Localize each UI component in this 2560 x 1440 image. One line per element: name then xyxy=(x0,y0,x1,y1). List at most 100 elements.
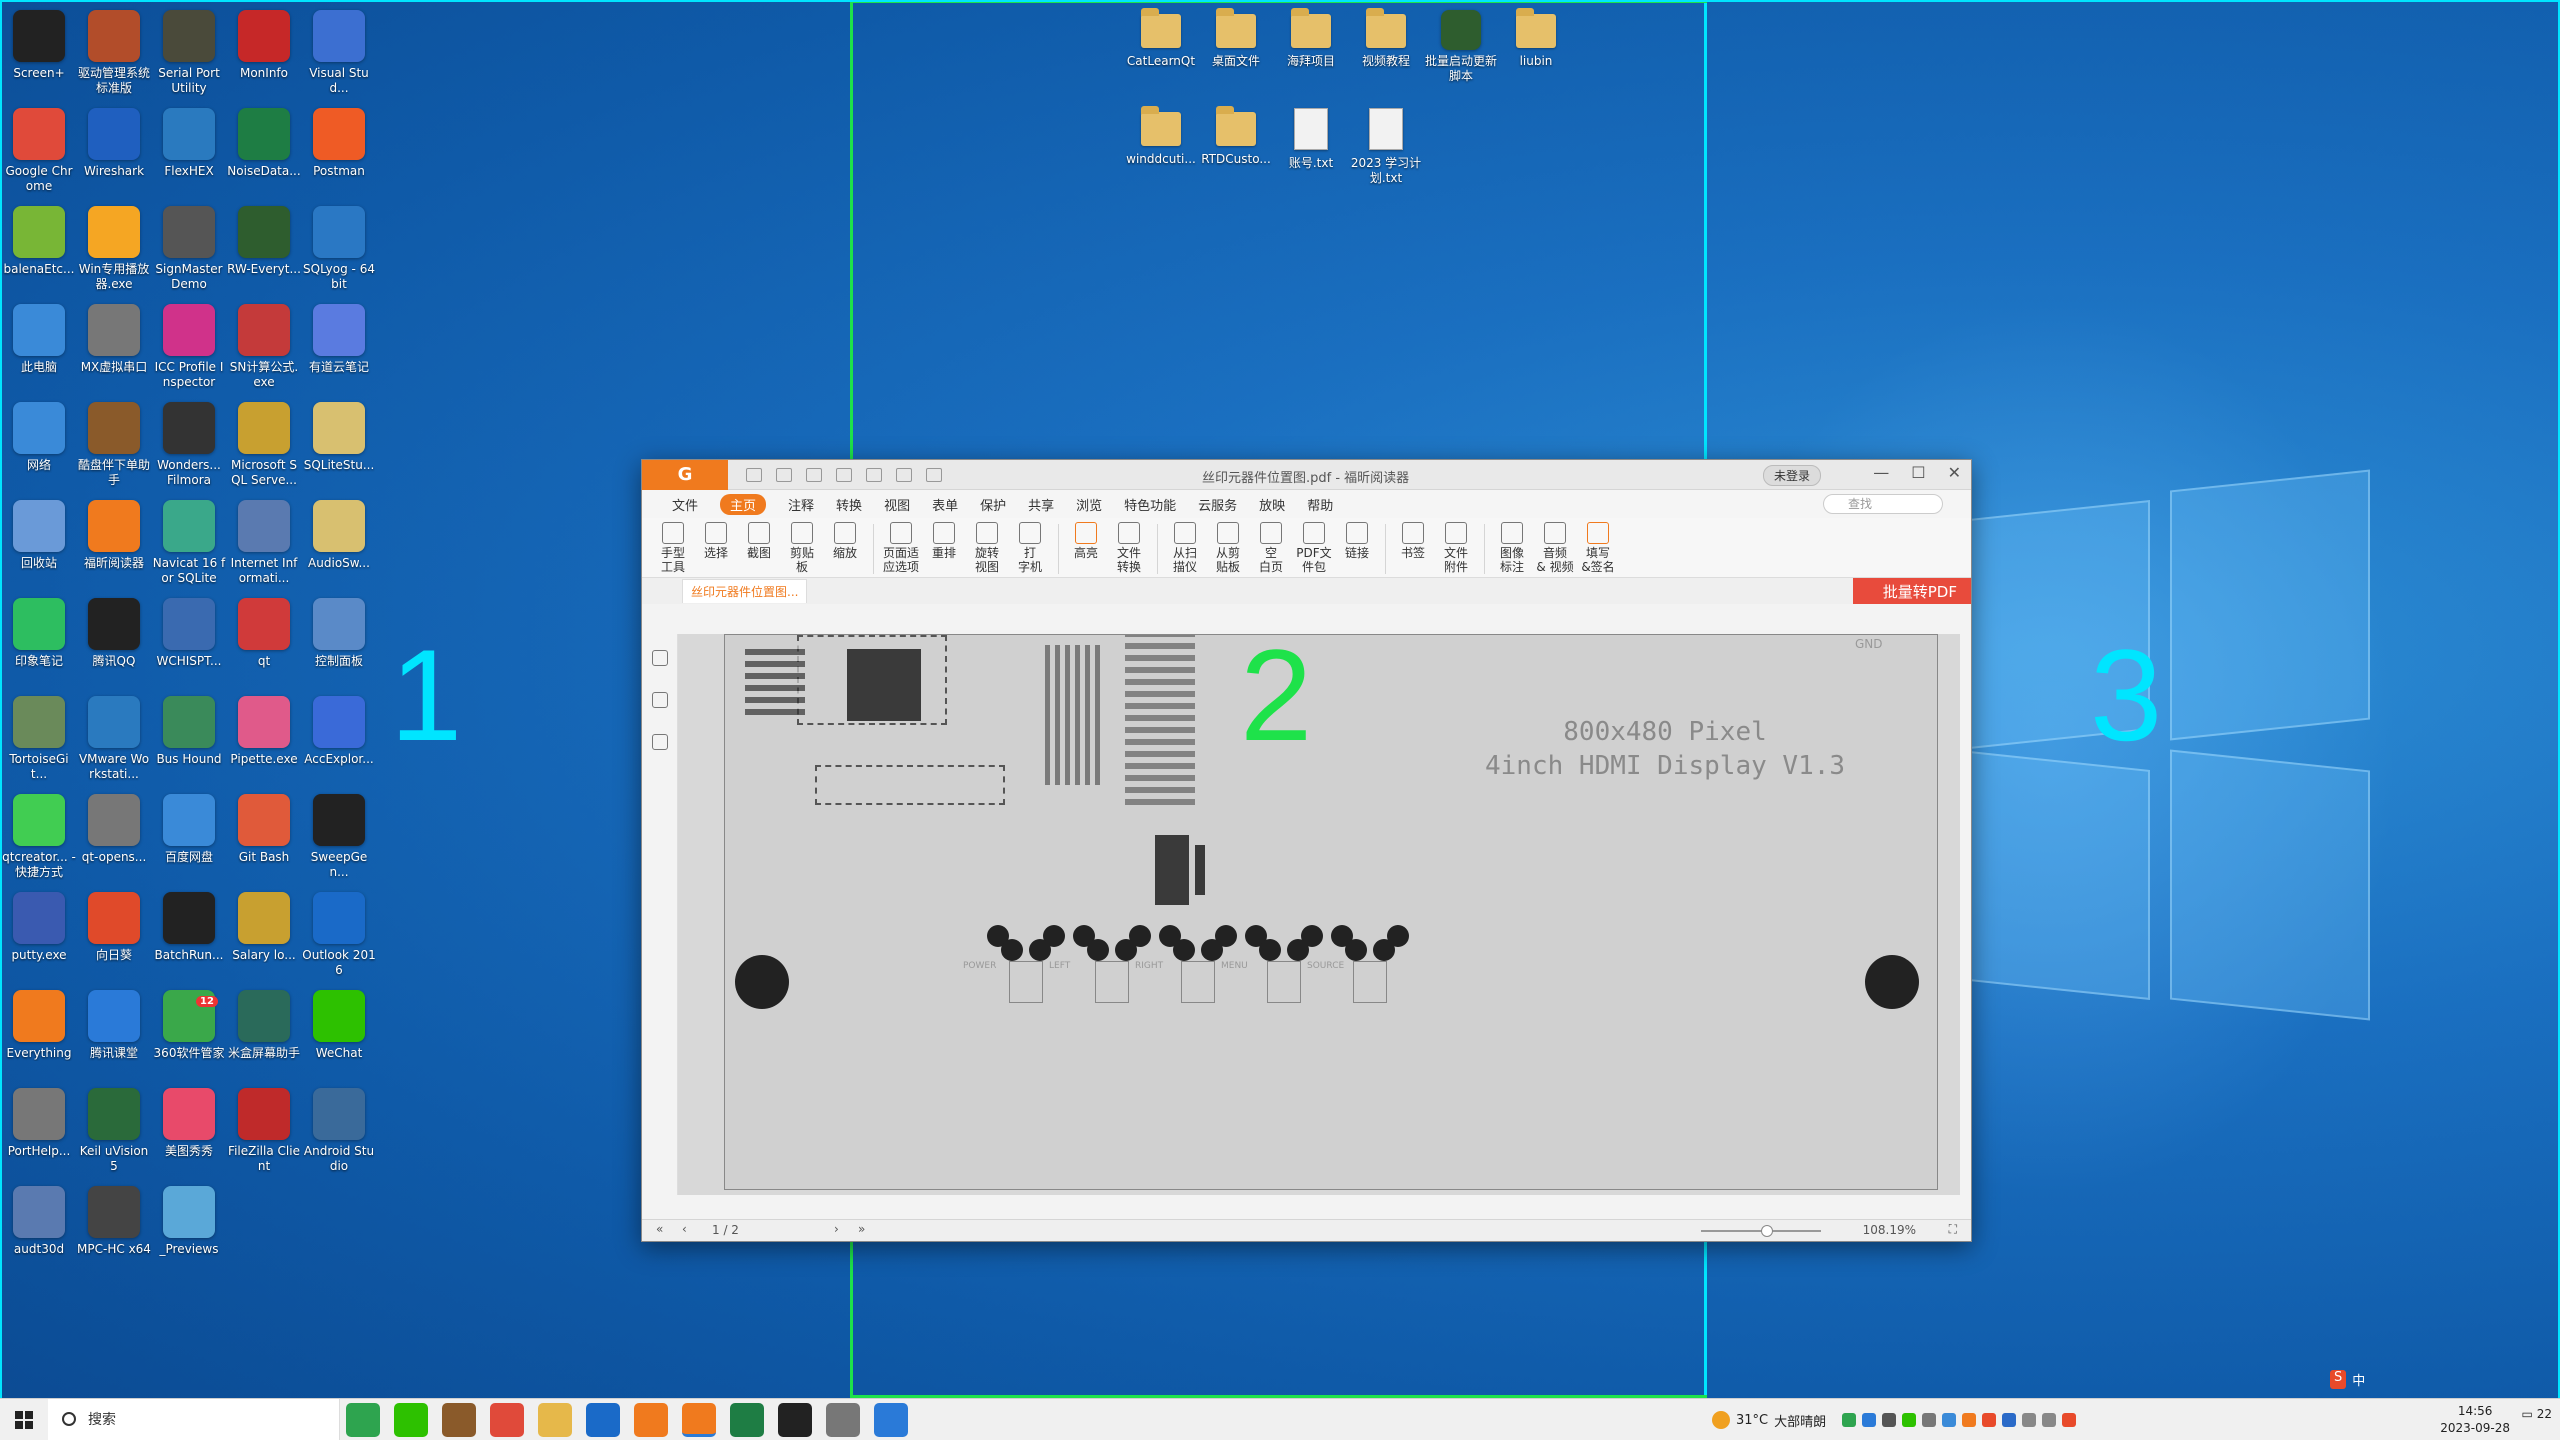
menu-item[interactable]: 主页 xyxy=(720,493,767,515)
desktop-icon[interactable]: AccExplor... xyxy=(302,690,376,767)
menu-item[interactable]: 共享 xyxy=(1028,495,1054,514)
tray-app-icon[interactable] xyxy=(1962,1413,1977,1427)
pages-icon[interactable] xyxy=(651,692,668,708)
tray-app-icon[interactable] xyxy=(1942,1413,1957,1427)
ribbon-button[interactable]: 选择 xyxy=(695,518,737,560)
chrome-icon[interactable] xyxy=(490,1403,524,1437)
menu-item[interactable]: 视图 xyxy=(884,495,910,514)
first-page-icon[interactable]: « xyxy=(656,1222,663,1236)
desktop-icon[interactable]: PortHelp... xyxy=(2,1082,76,1159)
document-view[interactable]: 800x480 Pixel 4inch HDMI Display V1.3 GN… xyxy=(678,634,1960,1195)
ime-toolbar[interactable]: S 中 xyxy=(2330,1370,2365,1389)
menu-item[interactable]: 转换 xyxy=(836,495,862,514)
maximize-icon[interactable]: ☐ xyxy=(1911,463,1925,482)
notification-center-button[interactable]: ▭ 22 xyxy=(2522,1407,2552,1421)
desktop-icon[interactable]: WeChat xyxy=(302,984,376,1061)
print-icon[interactable] xyxy=(806,467,822,482)
desktop-icon[interactable]: Postman xyxy=(302,102,376,179)
desktop-icon[interactable]: Microsoft SQL Serve... xyxy=(227,396,301,488)
desktop-icon[interactable]: 12 360软件管家 xyxy=(152,984,226,1061)
fullscreen-icon[interactable]: ⛶ xyxy=(1949,1222,1957,1237)
desktop-icon[interactable]: 腾讯课堂 xyxy=(77,984,151,1061)
sogou-tray-icon[interactable] xyxy=(2062,1413,2077,1427)
desktop-icon[interactable]: qt xyxy=(227,592,301,669)
excel-icon[interactable] xyxy=(730,1403,764,1437)
prev-page-icon[interactable]: ‹ xyxy=(682,1222,687,1236)
desktop-icon[interactable]: _Previews xyxy=(152,1180,226,1257)
desktop-icon[interactable]: 此电脑 xyxy=(2,298,76,375)
ribbon-button[interactable]: 手型 工具 xyxy=(652,518,694,574)
desktop-icon[interactable]: 美图秀秀 xyxy=(152,1082,226,1159)
desktop-icon[interactable]: Navicat 16 for SQLite xyxy=(152,494,226,586)
desktop-file[interactable]: 账号.txt xyxy=(1274,102,1348,171)
desktop-icon[interactable]: 向日葵 xyxy=(77,886,151,963)
desktop-icon[interactable]: Everything xyxy=(2,984,76,1061)
desktop-icon[interactable]: Wireshark xyxy=(77,102,151,179)
search-input[interactable]: 查找 xyxy=(1823,494,1943,514)
desktop-icon[interactable]: WCHISPT... xyxy=(152,592,226,669)
ribbon-button[interactable]: 剪贴 板 xyxy=(781,518,823,574)
file-explorer-icon[interactable] xyxy=(538,1403,572,1437)
desktop-icon[interactable]: Internet Informati... xyxy=(227,494,301,586)
desktop-icon[interactable]: Git Bash xyxy=(227,788,301,865)
desktop-file[interactable]: 海拜项目 xyxy=(1274,4,1348,69)
desktop-file[interactable]: CatLearnQt xyxy=(1124,4,1198,69)
ribbon-button[interactable]: 图像 标注 xyxy=(1491,518,1533,574)
desktop-file[interactable]: liubin xyxy=(1499,4,1573,69)
desktop-icon[interactable]: SweepGen... xyxy=(302,788,376,880)
menu-item[interactable]: 表单 xyxy=(932,495,958,514)
ribbon-button[interactable]: PDF文 件包 xyxy=(1293,518,1335,574)
wechat-icon[interactable] xyxy=(394,1403,428,1437)
desktop-icon[interactable]: audt30d xyxy=(2,1180,76,1257)
ribbon-button[interactable]: 链接 xyxy=(1336,518,1378,560)
zoom-slider[interactable] xyxy=(1701,1225,1821,1237)
desktop-icon[interactable]: Wonders... Filmora xyxy=(152,396,226,488)
desktop-icon[interactable]: 米盒屏幕助手 xyxy=(227,984,301,1061)
tray-app-icon[interactable] xyxy=(1882,1413,1897,1427)
ribbon-button[interactable]: 书签 xyxy=(1392,518,1434,560)
desktop-icon[interactable]: SN计算公式.exe xyxy=(227,298,301,390)
desktop-icon[interactable]: SignMaster Demo xyxy=(152,200,226,292)
terminal-icon[interactable] xyxy=(778,1403,812,1437)
tray-app-icon[interactable] xyxy=(1922,1413,1937,1427)
outlook-icon[interactable] xyxy=(586,1403,620,1437)
tool-icon[interactable] xyxy=(826,1403,860,1437)
desktop-file[interactable]: winddcuti... xyxy=(1124,102,1198,167)
desktop-icon[interactable]: SQLiteStu... xyxy=(302,396,376,473)
desktop-icon[interactable]: BatchRun... xyxy=(152,886,226,963)
bear-icon[interactable] xyxy=(442,1403,476,1437)
tray-app-icon[interactable] xyxy=(1902,1413,1917,1427)
desktop-icon[interactable]: RW-Everyt... xyxy=(227,200,301,277)
desktop-icon[interactable]: 控制面板 xyxy=(302,592,376,669)
menu-item[interactable]: 帮助 xyxy=(1307,495,1333,514)
desktop-icon[interactable]: 酷盘伴下单助手 xyxy=(77,396,151,488)
weather-widget[interactable]: 31°C 大部晴朗 xyxy=(1712,1411,1826,1430)
zoom-value[interactable]: 108.19% xyxy=(1863,1223,1916,1237)
desktop-icon[interactable]: Outlook 2016 xyxy=(302,886,376,978)
desktop-icon[interactable]: VMware Workstati... xyxy=(77,690,151,782)
bookmark-icon[interactable] xyxy=(651,650,668,666)
menu-item[interactable]: 放映 xyxy=(1259,495,1285,514)
desktop-file[interactable]: 批量启动更新脚本 xyxy=(1424,4,1498,84)
hand-tool-icon[interactable] xyxy=(896,467,912,482)
desktop-icon[interactable]: TortoiseGit... xyxy=(2,690,76,782)
desktop-icon[interactable]: ICC Profile Inspector xyxy=(152,298,226,390)
ribbon-button[interactable]: 旋转 视图 xyxy=(966,518,1008,574)
desktop-file[interactable]: 视频教程 xyxy=(1349,4,1423,69)
login-button[interactable]: 未登录 xyxy=(1762,465,1821,486)
desktop-icon[interactable]: 有道云笔记 xyxy=(302,298,376,375)
desktop-file[interactable]: 桌面文件 xyxy=(1199,4,1273,69)
vscode-icon[interactable] xyxy=(874,1403,908,1437)
ribbon-button[interactable]: 重排 xyxy=(923,518,965,560)
desktop-icon[interactable]: 网络 xyxy=(2,396,76,473)
desktop-icon[interactable]: NoiseData... xyxy=(227,102,301,179)
ribbon-button[interactable]: 截图 xyxy=(738,518,780,560)
ribbon-button[interactable]: 从剪 贴板 xyxy=(1207,518,1249,574)
desktop-icon[interactable]: SQLyog - 64 bit xyxy=(302,200,376,292)
menu-item[interactable]: 云服务 xyxy=(1198,495,1237,514)
tray-app-icon[interactable] xyxy=(2002,1413,2017,1427)
desktop-icon[interactable]: 驱动管理系统标准版 xyxy=(77,4,151,96)
desktop-icon[interactable]: MX虚拟串口 xyxy=(77,298,151,375)
undo-icon[interactable] xyxy=(836,467,852,482)
clock[interactable]: 14:56 2023-09-28 xyxy=(2440,1403,2510,1437)
